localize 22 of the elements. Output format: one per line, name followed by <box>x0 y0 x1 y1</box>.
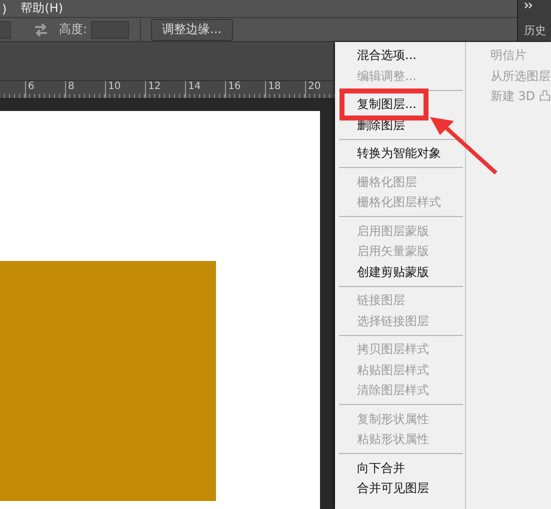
width-field[interactable] <box>0 20 11 38</box>
height-label: 高度: <box>59 21 88 38</box>
ruler-label: 6 <box>25 81 65 98</box>
ruler-label: 18 <box>265 81 305 98</box>
menu-title[interactable]: 帮助(H) <box>20 0 64 17</box>
expand-icon[interactable] <box>524 2 533 9</box>
menu-item[interactable]: 创建剪贴蒙版 <box>335 262 466 282</box>
arrow <box>430 117 498 174</box>
ruler-label: 16 <box>225 81 265 98</box>
panel-tab[interactable]: 历史 <box>524 23 546 38</box>
ruler-label: 8 <box>65 81 105 98</box>
menu-item[interactable]: 混合选项... <box>335 45 466 66</box>
menu-item[interactable]: 向下合并 <box>335 458 466 478</box>
swap-icon[interactable] <box>33 22 49 36</box>
ruler-label: 14 <box>185 81 225 98</box>
refine-edge-button[interactable]: 调整边缘... <box>151 18 232 40</box>
height-field[interactable] <box>91 20 130 38</box>
ruler-label: 12 <box>145 81 185 98</box>
menu-item[interactable]: 转换为智能对象 <box>335 143 466 164</box>
menu-item[interactable]: 合并可见图层 <box>335 478 466 498</box>
menu-title[interactable]: ) <box>2 2 7 16</box>
ruler-label: 10 <box>105 81 145 98</box>
